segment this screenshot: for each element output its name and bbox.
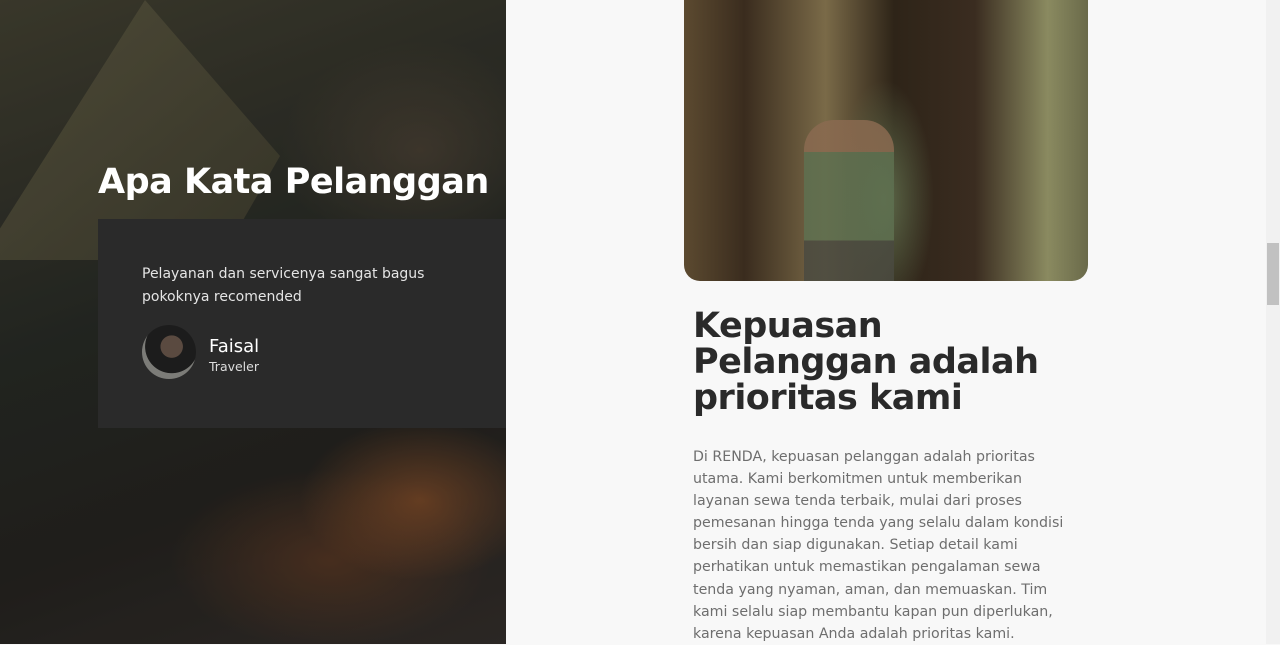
scrollbar-thumb[interactable] (1267, 243, 1279, 305)
about-body: Di RENDA, kepuasan pelanggan adalah prio… (693, 449, 1064, 642)
avatar (142, 325, 196, 379)
about-heading: Kepuasan Pelanggan adalah prioritas kami (693, 306, 1039, 418)
testimonial-section: Apa Kata Pelanggan Pelayanan dan service… (0, 0, 506, 644)
testimonial-card: Pelayanan dan servicenya sangat bagus po… (98, 219, 506, 428)
testimonial-quote: Pelayanan dan servicenya sangat bagus po… (142, 266, 425, 305)
hiker-figure (804, 120, 894, 281)
hiker-forest-image (684, 0, 1088, 281)
page-scrollbar[interactable] (1266, 0, 1280, 644)
testimonial-title: Apa Kata Pelanggan (98, 162, 489, 202)
reviewer-role: Traveler (209, 359, 259, 374)
reviewer-name: Faisal (209, 336, 260, 357)
